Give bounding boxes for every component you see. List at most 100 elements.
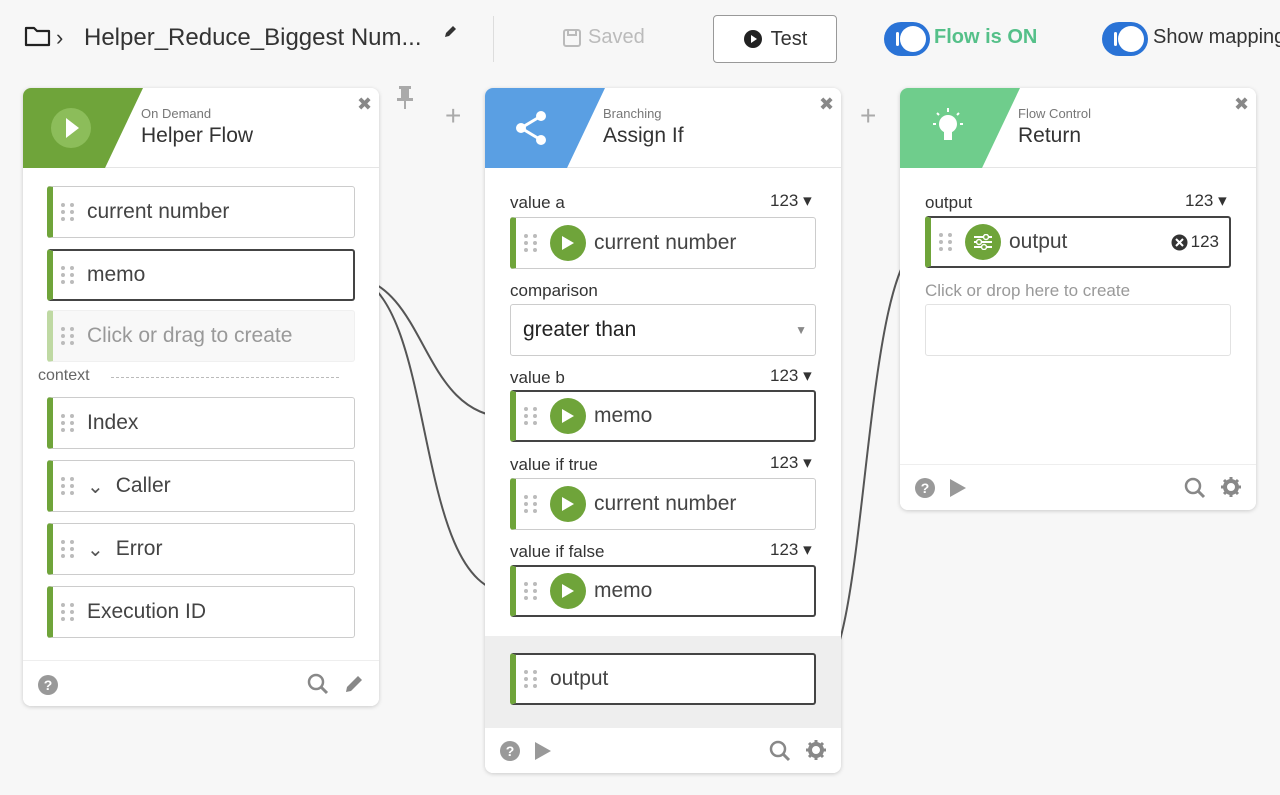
gear-icon[interactable] bbox=[805, 739, 827, 761]
context-field-caller[interactable]: ⌄ Caller bbox=[47, 460, 355, 512]
drag-handle-icon[interactable] bbox=[61, 412, 75, 434]
value-b-field[interactable]: memo bbox=[510, 390, 816, 442]
value-a-label: value a bbox=[510, 193, 565, 212]
type-text: 123 bbox=[770, 540, 799, 559]
value-true-label: value if true bbox=[510, 455, 598, 474]
assign-output-field[interactable]: output bbox=[510, 653, 816, 705]
drag-handle-icon bbox=[61, 325, 75, 347]
close-icon[interactable]: ✖ bbox=[819, 94, 834, 115]
svg-text:?: ? bbox=[506, 743, 515, 759]
value-a-type-dropdown[interactable]: 123 ▾ bbox=[770, 191, 812, 211]
field-label: current number bbox=[87, 200, 230, 223]
helper-flow-subtitle: On Demand bbox=[141, 106, 212, 121]
value-b-label: value b bbox=[510, 368, 565, 387]
field-label: output bbox=[550, 667, 609, 690]
create-label: Click or drop here to create bbox=[925, 281, 1131, 300]
add-step-plus-icon[interactable]: + bbox=[445, 100, 461, 132]
value-true-field[interactable]: current number bbox=[510, 478, 816, 530]
return-subtitle: Flow Control bbox=[1018, 106, 1091, 121]
assign-if-card[interactable]: Branching Assign If ✖ value a 123 ▾ curr… bbox=[485, 88, 841, 773]
gear-icon[interactable] bbox=[1220, 476, 1242, 498]
drag-handle-icon[interactable] bbox=[61, 475, 75, 497]
type-text: 123 bbox=[770, 191, 799, 210]
field-label: memo bbox=[594, 579, 653, 602]
helper-flow-badge bbox=[23, 88, 143, 168]
add-step-plus-icon[interactable]: + bbox=[860, 100, 876, 132]
create-field-placeholder[interactable]: Click or drag to create bbox=[47, 310, 355, 362]
help-icon[interactable]: ? bbox=[499, 740, 521, 762]
context-field-index[interactable]: Index bbox=[47, 397, 355, 449]
close-icon[interactable]: ✖ bbox=[357, 94, 372, 115]
field-label: output bbox=[1009, 230, 1068, 253]
help-icon[interactable]: ? bbox=[914, 477, 936, 499]
drag-handle-icon[interactable] bbox=[524, 405, 538, 427]
create-placeholder-label: Click or drag to create bbox=[87, 324, 293, 347]
output-type-badge[interactable]: 123 bbox=[1171, 232, 1219, 252]
sliders-icon bbox=[965, 224, 1001, 260]
create-drop-area[interactable] bbox=[925, 304, 1231, 356]
play-icon bbox=[550, 573, 586, 609]
drag-handle-icon[interactable] bbox=[61, 601, 75, 623]
helper-field-current-number[interactable]: current number bbox=[47, 186, 355, 238]
field-label: Error bbox=[115, 537, 163, 560]
drag-handle-icon[interactable] bbox=[524, 668, 538, 690]
helper-flow-card[interactable]: On Demand Helper Flow ✖ current number m… bbox=[23, 88, 379, 706]
return-card[interactable]: Flow Control Return ✖ output 123 ▾ outpu… bbox=[900, 88, 1256, 510]
drag-handle-icon[interactable] bbox=[61, 264, 75, 286]
value-false-type-dropdown[interactable]: 123 ▾ bbox=[770, 540, 812, 560]
assign-if-title: Assign If bbox=[603, 124, 684, 147]
svg-text:?: ? bbox=[44, 677, 53, 693]
search-icon[interactable] bbox=[769, 740, 791, 762]
run-play-icon[interactable] bbox=[948, 477, 968, 499]
return-badge bbox=[900, 88, 1020, 168]
output-label: output bbox=[925, 193, 973, 212]
helper-field-memo[interactable]: memo bbox=[47, 249, 355, 301]
type-text: 123 bbox=[1185, 191, 1214, 210]
output-type-dropdown[interactable]: 123 ▾ bbox=[1185, 191, 1227, 211]
search-icon[interactable] bbox=[307, 673, 329, 695]
chevron-down-icon[interactable]: ⌄ bbox=[87, 474, 104, 499]
field-label: Execution ID bbox=[87, 600, 207, 623]
chevron-down-icon[interactable]: ⌄ bbox=[87, 537, 104, 562]
svg-text:?: ? bbox=[921, 480, 930, 496]
field-label: current number bbox=[594, 492, 737, 515]
play-icon bbox=[550, 486, 586, 522]
helper-flow-header: On Demand Helper Flow ✖ bbox=[23, 88, 379, 168]
drag-handle-icon[interactable] bbox=[61, 201, 75, 223]
drag-handle-icon[interactable] bbox=[524, 580, 538, 602]
context-label: context bbox=[38, 367, 90, 384]
return-footer: ? bbox=[900, 464, 1256, 510]
return-header: Flow Control Return ✖ bbox=[900, 88, 1256, 168]
value-b-type-dropdown[interactable]: 123 ▾ bbox=[770, 366, 812, 386]
run-play-icon[interactable] bbox=[533, 740, 553, 762]
type-text: 123 bbox=[770, 366, 799, 385]
context-field-execution-id[interactable]: Execution ID bbox=[47, 586, 355, 638]
play-icon bbox=[550, 398, 586, 434]
helper-flow-footer: ? bbox=[23, 660, 379, 706]
comparison-select[interactable]: greater than ▼ bbox=[510, 304, 816, 356]
field-label: Caller bbox=[115, 474, 171, 497]
drag-handle-icon[interactable] bbox=[939, 231, 953, 253]
value-false-label: value if false bbox=[510, 542, 605, 561]
badge-text: 123 bbox=[1190, 232, 1219, 251]
value-a-field[interactable]: current number bbox=[510, 217, 816, 269]
assign-if-footer: ? bbox=[485, 727, 841, 773]
close-icon[interactable]: ✖ bbox=[1234, 94, 1249, 115]
drag-handle-icon[interactable] bbox=[524, 232, 538, 254]
remove-circle-icon[interactable] bbox=[1171, 234, 1188, 251]
context-divider bbox=[111, 377, 339, 378]
context-field-error[interactable]: ⌄ Error bbox=[47, 523, 355, 575]
pencil-icon[interactable] bbox=[343, 673, 365, 695]
drag-handle-icon[interactable] bbox=[524, 493, 538, 515]
play-icon bbox=[550, 225, 586, 261]
value-true-type-dropdown[interactable]: 123 ▾ bbox=[770, 453, 812, 473]
pin-icon[interactable] bbox=[396, 84, 414, 110]
help-icon[interactable]: ? bbox=[37, 674, 59, 696]
value-false-field[interactable]: memo bbox=[510, 565, 816, 617]
comparison-label: comparison bbox=[510, 281, 598, 300]
field-label: Index bbox=[87, 411, 139, 434]
drag-handle-icon[interactable] bbox=[61, 538, 75, 560]
search-icon[interactable] bbox=[1184, 477, 1206, 499]
caret-down-icon: ▼ bbox=[795, 323, 807, 337]
return-output-field[interactable]: output 123 bbox=[925, 216, 1231, 268]
